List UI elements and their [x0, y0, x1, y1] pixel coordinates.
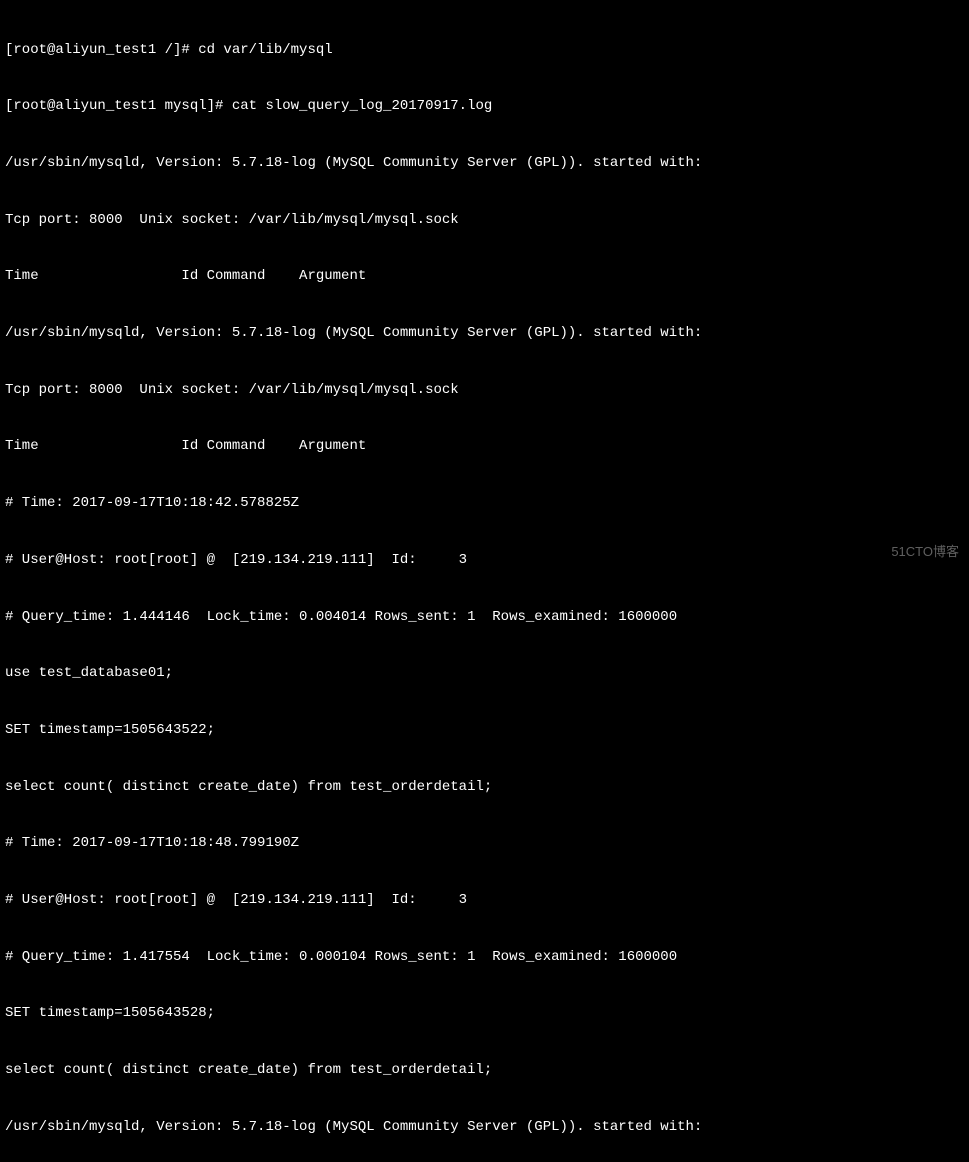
- terminal-output[interactable]: [root@aliyun_test1 /]# cd var/lib/mysql …: [5, 3, 964, 1162]
- terminal-line: Time Id Command Argument: [5, 437, 964, 456]
- terminal-line: # Query_time: 1.444146 Lock_time: 0.0040…: [5, 608, 964, 627]
- terminal-line: /usr/sbin/mysqld, Version: 5.7.18-log (M…: [5, 1118, 964, 1137]
- terminal-line: # Time: 2017-09-17T10:18:42.578825Z: [5, 494, 964, 513]
- terminal-line: SET timestamp=1505643522;: [5, 721, 964, 740]
- terminal-line: select count( distinct create_date) from…: [5, 1061, 964, 1080]
- terminal-line: /usr/sbin/mysqld, Version: 5.7.18-log (M…: [5, 154, 964, 173]
- terminal-line: # Time: 2017-09-17T10:18:48.799190Z: [5, 834, 964, 853]
- terminal-line: # User@Host: root[root] @ [219.134.219.1…: [5, 551, 964, 570]
- terminal-line: [root@aliyun_test1 /]# cd var/lib/mysql: [5, 41, 964, 60]
- terminal-line: Tcp port: 8000 Unix socket: /var/lib/mys…: [5, 381, 964, 400]
- terminal-line: select count( distinct create_date) from…: [5, 778, 964, 797]
- terminal-line: [root@aliyun_test1 mysql]# cat slow_quer…: [5, 97, 964, 116]
- terminal-line: Tcp port: 8000 Unix socket: /var/lib/mys…: [5, 211, 964, 230]
- terminal-line: # Query_time: 1.417554 Lock_time: 0.0001…: [5, 948, 964, 967]
- terminal-line: Time Id Command Argument: [5, 267, 964, 286]
- terminal-line: use test_database01;: [5, 664, 964, 683]
- watermark-text: 51CTO博客: [891, 543, 959, 561]
- terminal-line: SET timestamp=1505643528;: [5, 1004, 964, 1023]
- terminal-line: /usr/sbin/mysqld, Version: 5.7.18-log (M…: [5, 324, 964, 343]
- terminal-line: # User@Host: root[root] @ [219.134.219.1…: [5, 891, 964, 910]
